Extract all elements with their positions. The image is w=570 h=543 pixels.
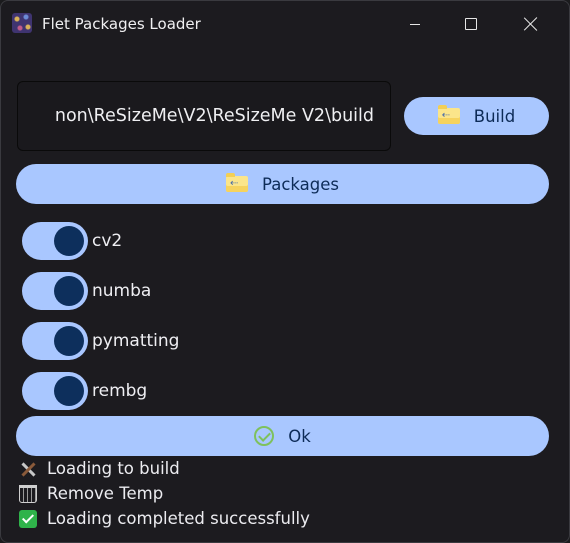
window-title: Flet Packages Loader (42, 15, 201, 33)
package-toggle-row: pymatting (22, 322, 179, 360)
minimize-button[interactable] (387, 1, 443, 47)
package-label: numba (92, 281, 152, 301)
package-toggle-row: cv2 (22, 222, 122, 260)
package-label: pymatting (92, 331, 180, 351)
app-logo-icon (12, 13, 32, 33)
log-entry-text: Loading completed successfully (47, 509, 310, 528)
package-label: rembg (92, 381, 148, 401)
package-toggle-row: numba (22, 272, 151, 310)
build-button-label: Build (473, 106, 516, 126)
folder-open-icon: ⇠ (226, 173, 248, 192)
ok-button-label: Ok (288, 426, 311, 446)
package-switch[interactable] (22, 222, 88, 260)
package-switch[interactable] (22, 272, 88, 310)
check-mark-icon (19, 509, 37, 528)
maximize-icon (465, 18, 477, 30)
tools-icon (19, 460, 37, 478)
package-label: cv2 (92, 231, 123, 251)
log-entry: Loading to build (19, 459, 180, 478)
minimize-icon (410, 23, 420, 25)
build-path-field[interactable]: non\ReSizeMe\V2\ReSizeMe V2\build (17, 81, 391, 151)
maximize-button[interactable] (443, 1, 499, 47)
log-entry: Remove Temp (19, 484, 163, 503)
folder-open-icon: ⇠ (437, 105, 460, 124)
log-entry-text: Remove Temp (47, 484, 164, 503)
title-bar[interactable]: Flet Packages Loader (1, 1, 569, 47)
close-icon (524, 17, 538, 31)
app-window: Flet Packages Loader non\ReSizeMe\V2\ReS… (0, 0, 570, 543)
check-circle-icon (254, 426, 275, 446)
switch-knob (54, 376, 84, 406)
log-entry-text: Loading to build (47, 459, 180, 478)
switch-knob (54, 226, 84, 256)
build-path-value: non\ReSizeMe\V2\ReSizeMe V2\build (54, 106, 374, 126)
packages-button[interactable]: ⇠ Packages (16, 164, 549, 204)
switch-knob (54, 276, 84, 306)
close-button[interactable] (503, 1, 559, 47)
packages-button-label: Packages (262, 174, 339, 194)
package-switch[interactable] (22, 322, 88, 360)
build-button[interactable]: ⇠ Build (404, 97, 549, 135)
ok-button[interactable]: Ok (16, 416, 549, 456)
trash-icon (19, 484, 37, 503)
log-entry: Loading completed successfully (19, 509, 310, 528)
switch-knob (54, 326, 84, 356)
package-toggle-row: rembg (22, 372, 147, 410)
package-switch[interactable] (22, 372, 88, 410)
